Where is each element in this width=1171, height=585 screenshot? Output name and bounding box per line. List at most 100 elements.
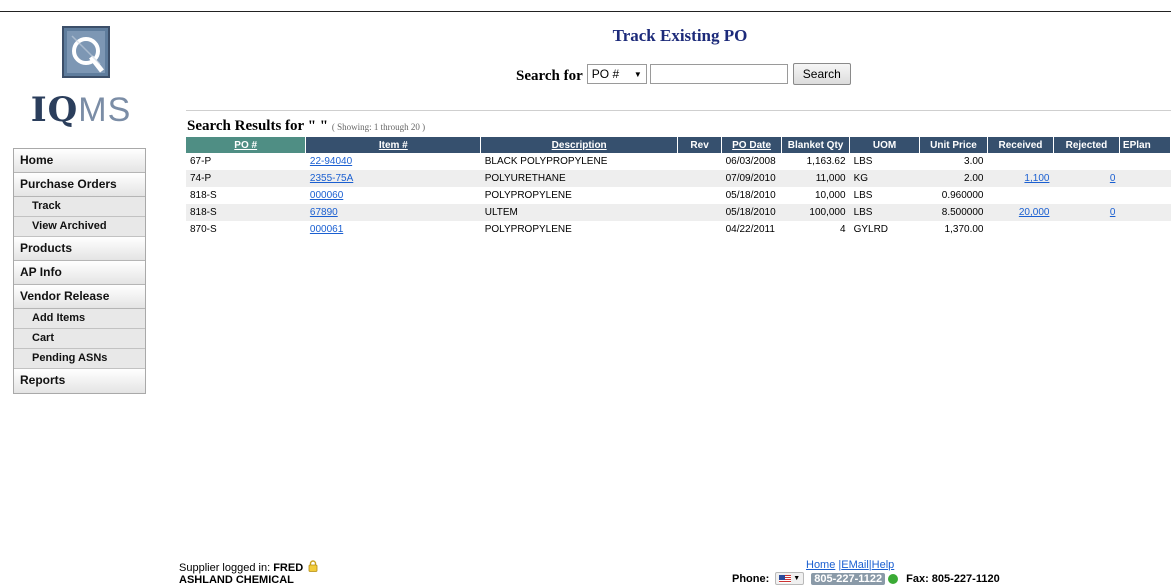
col-header-po[interactable]: PO # [186, 137, 307, 153]
search-bar: Search for PO # ▼ Search [516, 63, 851, 85]
received-link[interactable]: 1,100 [1024, 173, 1049, 184]
sidebar-item-add-items[interactable]: Add Items [14, 309, 145, 329]
col-header-uom: UOM [849, 137, 921, 153]
sidebar-item-pending-asns[interactable]: Pending ASNs [14, 349, 145, 369]
sidebar-item-track[interactable]: Track [14, 197, 145, 217]
search-field-selected: PO # [591, 67, 620, 81]
footer-home-link[interactable]: Home [806, 559, 835, 571]
lock-icon[interactable] [308, 560, 318, 572]
table-row: 67-P 22-94040 BLACK POLYPROPYLENE 06/03/… [186, 153, 1171, 170]
table-row: 74-P 2355-75A POLYURETHANE 07/09/2010 11… [186, 170, 1171, 187]
logo-mark-icon [62, 26, 110, 78]
col-header-received: Received [987, 137, 1054, 153]
cell-blanket-qty: 4 [840, 224, 846, 235]
cell-rev [678, 187, 722, 204]
col-header-eplan: EPlan [1119, 137, 1171, 153]
cell-item: 22-94040 [306, 153, 481, 170]
cell-uom: LBS [853, 156, 873, 167]
cell-eplan [1119, 221, 1170, 238]
country-flag-dropdown[interactable]: ▼ [775, 572, 805, 585]
cell-item: 000061 [306, 221, 481, 238]
cell-blanket-qty: 100,000 [781, 204, 850, 221]
cell-po: 74-P [186, 170, 306, 187]
cell-rejected: 0 [1053, 170, 1120, 187]
cell-blanket-qty: 11,000 [781, 170, 850, 187]
logo-text-iq: IQ [30, 90, 79, 130]
cell-description: BLACK POLYPROPYLENE [484, 156, 608, 167]
sidebar-item-home[interactable]: Home [14, 149, 145, 173]
call-icon[interactable] [888, 573, 899, 584]
item-link[interactable]: 22-94040 [310, 156, 352, 167]
cell-received [987, 187, 1053, 204]
cell-unit-price: 1,370.00 [944, 224, 984, 235]
sidebar-item-purchase-orders[interactable]: Purchase Orders [14, 173, 145, 197]
search-label: Search for [516, 67, 583, 84]
cell-po-date: 05/18/2010 [721, 204, 782, 221]
cell-unit-price: 8.500000 [919, 204, 988, 221]
cell-rev [678, 221, 722, 238]
cell-item: 2355-75A [305, 170, 481, 187]
col-header-po-date[interactable]: PO Date [721, 137, 783, 153]
rejected-link[interactable]: 0 [1110, 207, 1116, 218]
cell-po-date: 07/09/2010 [721, 170, 782, 187]
table-row: 818-S 000060 POLYPROPYLENE 05/18/2010 10… [186, 187, 1171, 204]
search-field-select[interactable]: PO # ▼ [586, 64, 647, 84]
sidebar-item-cart[interactable]: Cart [14, 329, 145, 349]
cell-uom: LBS [853, 190, 873, 201]
footer-email-link[interactable]: EMail [841, 559, 869, 571]
results-showing-count: ( Showing: 1 through 20 ) [331, 122, 426, 132]
col-header-rev: Rev [677, 137, 723, 153]
cell-blanket-qty: 10,000 [814, 190, 846, 201]
sidebar-item-view-archived[interactable]: View Archived [14, 217, 145, 237]
results-heading: Search Results for " " ( Showing: 1 thro… [187, 118, 425, 135]
search-input[interactable] [649, 64, 788, 84]
cell-po: 870-S [190, 224, 217, 235]
logged-in-user: FRED [273, 562, 304, 574]
rejected-link[interactable]: 0 [1110, 173, 1116, 184]
table-row: 818-S 67890 ULTEM 05/18/2010 100,000 LBS… [186, 204, 1171, 221]
chevron-down-icon: ▼ [633, 69, 642, 79]
logo-wordmark: IQMS [16, 90, 146, 130]
col-header-item[interactable]: Item # [305, 137, 482, 153]
received-link[interactable]: 20,000 [1019, 207, 1050, 218]
logo-text-ms: MS [78, 91, 132, 129]
footer-help-link[interactable]: Help [872, 559, 895, 571]
cell-blanket-qty: 1,163.62 [806, 156, 846, 167]
cell-eplan [1119, 170, 1171, 187]
cell-received [987, 153, 1053, 170]
item-link[interactable]: 2355-75A [310, 173, 353, 184]
cell-rev [677, 204, 722, 221]
cell-received [987, 221, 1053, 238]
cell-eplan [1119, 187, 1170, 204]
cell-description: POLYURETHANE [480, 170, 678, 187]
sidebar-item-ap-info[interactable]: AP Info [14, 261, 145, 285]
sidebar-item-vendor-release[interactable]: Vendor Release [14, 285, 145, 309]
table-row: 870-S 000061 POLYPROPYLENE 04/22/2011 4 … [186, 221, 1171, 238]
sidebar-item-products[interactable]: Products [14, 237, 145, 261]
item-link[interactable]: 000061 [310, 224, 343, 235]
search-button[interactable]: Search [792, 63, 851, 85]
col-header-description[interactable]: Description [480, 137, 679, 153]
phone-label: Phone: [732, 572, 770, 585]
cell-received: 20,000 [987, 204, 1054, 221]
cell-uom: KG [849, 170, 920, 187]
cell-unit-price: 2.00 [919, 170, 988, 187]
col-header-blanket-qty: Blanket Qty [781, 137, 851, 153]
cell-uom: LBS [849, 204, 920, 221]
cell-po-date: 04/22/2011 [725, 224, 775, 235]
cell-rev [677, 170, 722, 187]
cell-po: 818-S [186, 204, 306, 221]
item-link[interactable]: 000060 [310, 190, 343, 201]
footer-contact: Phone: ▼ 805-227-1122 Fax: 805-227-1120 [732, 572, 1000, 585]
phone-number[interactable]: 805-227-1122 [811, 572, 886, 585]
cell-received: 1,100 [987, 170, 1054, 187]
sidebar-item-reports[interactable]: Reports [14, 369, 145, 393]
item-link[interactable]: 67890 [310, 207, 338, 218]
results-heading-text: Search Results for " " [187, 118, 329, 134]
cell-unit-price: 3.00 [964, 156, 984, 167]
cell-rejected [1053, 153, 1119, 170]
cell-item: 67890 [305, 204, 481, 221]
cell-po-date: 05/18/2010 [725, 190, 776, 201]
company-name: ASHLAND CHEMICAL [179, 574, 294, 585]
iqms-logo: IQMS [14, 24, 144, 134]
